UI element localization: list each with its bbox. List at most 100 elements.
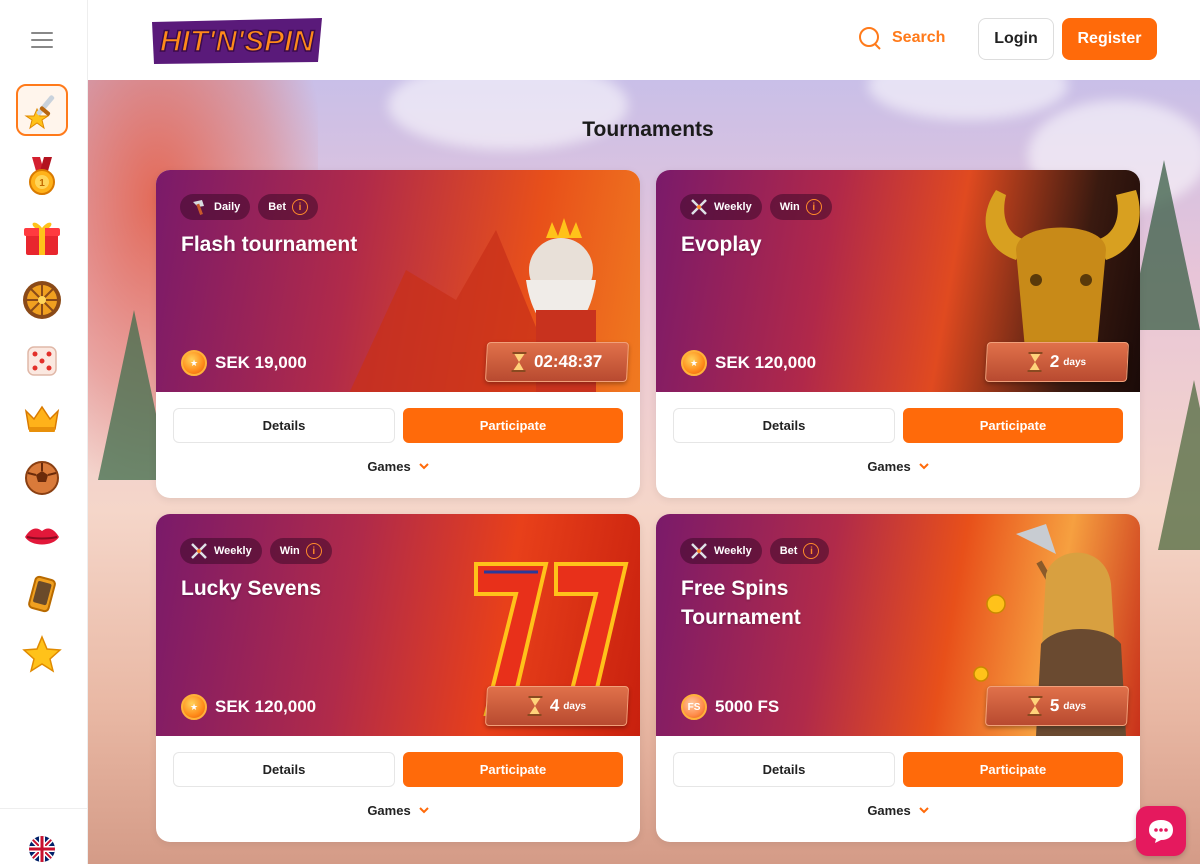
chat-bubble-icon [1149,820,1173,843]
participate-button[interactable]: Participate [903,752,1123,787]
type-badge[interactable]: Bet i [769,538,830,564]
tournament-card: Daily Bet i Flash tournament ★ SEK 19,00… [156,170,640,498]
sidebar-item-bonuses[interactable] [16,212,68,264]
sidebar-item-achievements[interactable]: 1 [16,150,68,202]
sidebar-divider [0,808,88,809]
info-icon: i [292,199,309,215]
timer-badge: 2 days [984,342,1130,382]
period-badge: Weekly [180,538,262,564]
search-label: Search [892,29,946,46]
type-badge[interactable]: Win i [269,538,332,564]
search-button[interactable]: Search [858,26,945,50]
svg-text:HIT'N'SPIN: HIT'N'SPIN [160,25,316,58]
chat-button[interactable] [1136,806,1186,856]
hourglass-icon [1027,696,1043,716]
timer-badge: 4 days [484,686,630,726]
tournament-name: Free Spins Tournament [681,577,801,629]
games-dropdown[interactable]: Games [156,459,640,474]
timer-unit: days [563,700,587,712]
gift-icon [24,222,60,255]
menu-icon[interactable] [31,32,53,48]
games-dropdown[interactable]: Games [656,459,1140,474]
free-spins-coin-icon: FS [681,694,707,720]
tournament-card: Weekly Bet i Free Spins Tournament FS 50… [656,514,1140,842]
search-icon [859,27,881,50]
page-title: Tournaments [582,118,714,141]
prize: ★ SEK 19,000 [181,350,307,376]
chevron-down-icon [418,807,429,814]
type-badge[interactable]: Win i [769,194,832,220]
crown-icon [24,405,60,432]
axe-icon [193,200,204,215]
svg-text:1: 1 [39,178,45,189]
soccer-ball-icon [25,461,59,495]
sidebar: 1 [0,0,88,864]
info-icon: i [803,543,820,559]
period-badge: Weekly [680,194,762,220]
type-badge[interactable]: Bet i [258,194,319,220]
sword-star-icon [24,95,55,130]
hourglass-icon [1027,352,1043,372]
sidebar-item-live[interactable] [16,510,68,562]
crossed-swords-icon [191,543,207,559]
header: HIT'N'SPIN Search Login Register [88,0,1200,80]
logo[interactable]: HIT'N'SPIN [148,14,326,66]
hourglass-icon [527,696,543,716]
period-badge: Weekly [680,538,762,564]
prize: ★ SEK 120,000 [181,694,316,720]
sidebar-item-casino[interactable] [16,334,68,386]
chevron-down-icon [918,807,929,814]
coin-icon: ★ [181,350,207,376]
crossed-swords-icon [691,199,707,215]
timer-badge: 5 days [984,686,1130,726]
sidebar-item-sports[interactable] [16,452,68,504]
timer-value: 02:48:37 [533,352,603,371]
uk-flag-icon[interactable] [29,836,55,862]
tournament-card: Weekly Win i Evoplay ★ SEK 120,000 2 day… [656,170,1140,498]
timer-value: 5 [1049,696,1060,715]
games-dropdown[interactable]: Games [656,803,1140,818]
sidebar-item-favorites[interactable] [16,628,68,680]
period-badge: Daily [180,194,251,220]
wheel-icon [23,281,61,319]
timer-unit: days [1063,700,1087,712]
sidebar-item-wheel[interactable] [16,274,68,326]
details-button[interactable]: Details [173,408,395,443]
participate-button[interactable]: Participate [403,408,623,443]
mobile-phone-icon [28,575,56,613]
participate-button[interactable]: Participate [903,408,1123,443]
info-icon: i [305,543,322,559]
sidebar-item-tournaments[interactable] [16,84,68,136]
tournament-banner[interactable]: Weekly Bet i Free Spins Tournament FS 50… [656,514,1140,736]
lips-icon [25,528,59,545]
tournament-banner[interactable]: Weekly Win i Evoplay ★ SEK 120,000 2 day… [656,170,1140,392]
details-button[interactable]: Details [673,752,895,787]
tournament-banner[interactable]: Daily Bet i Flash tournament ★ SEK 19,00… [156,170,640,392]
coin-icon: ★ [181,694,207,720]
sidebar-item-mobile[interactable] [16,568,68,620]
tournament-name: Evoplay [681,233,762,256]
timer-unit: days [1063,356,1087,368]
register-button[interactable]: Register [1062,18,1157,60]
hourglass-icon [511,352,527,372]
medal-icon: 1 [29,157,55,195]
tournament-banner[interactable]: Weekly Win i Lucky Sevens ★ SEK 120,000 … [156,514,640,736]
tournament-name: Lucky Sevens [181,577,322,600]
timer-badge: 02:48:37 [484,342,630,382]
tournament-card: Weekly Win i Lucky Sevens ★ SEK 120,000 … [156,514,640,842]
details-button[interactable]: Details [673,408,895,443]
games-dropdown[interactable]: Games [156,803,640,818]
timer-value: 2 [1049,352,1060,371]
details-button[interactable]: Details [173,752,395,787]
login-button[interactable]: Login [978,18,1054,60]
timer-value: 4 [549,696,560,715]
info-icon: i [805,199,822,215]
sidebar-item-vip[interactable] [16,392,68,444]
prize: FS 5000 FS [681,694,779,720]
chevron-down-icon [418,463,429,470]
crossed-swords-icon [691,543,707,559]
coin-icon: ★ [681,350,707,376]
tournament-name: Flash tournament [181,233,358,256]
prize: ★ SEK 120,000 [681,350,816,376]
participate-button[interactable]: Participate [403,752,623,787]
